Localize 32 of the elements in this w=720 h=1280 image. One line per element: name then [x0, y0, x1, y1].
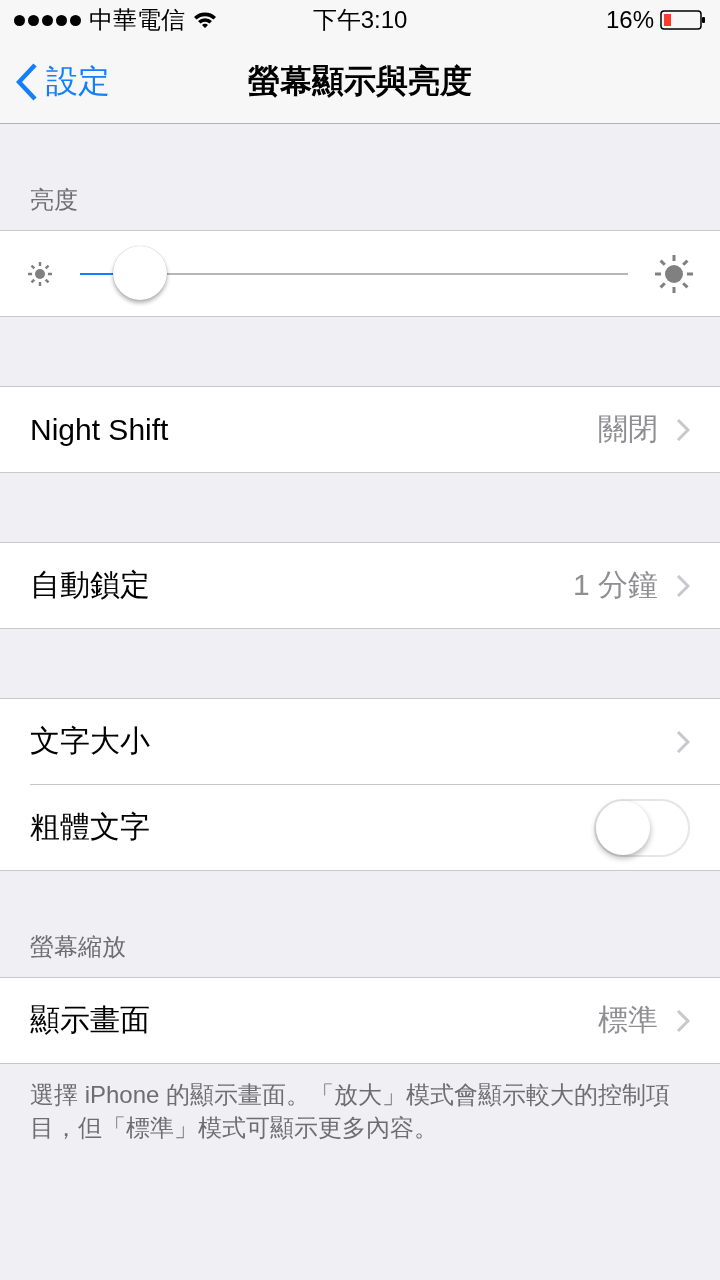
signal-icon	[14, 14, 81, 26]
row-label: 文字大小	[30, 723, 151, 759]
slider-thumb[interactable]	[113, 245, 168, 300]
chevron-icon	[676, 573, 690, 598]
row-value: 1 分鐘	[572, 567, 658, 603]
back-button[interactable]: 設定	[0, 58, 116, 105]
row-label: 顯示畫面	[30, 1002, 151, 1038]
toggle-switch[interactable]	[594, 798, 690, 857]
row-value: 標準	[598, 1002, 658, 1038]
carrier-name: 中華電信	[89, 5, 185, 35]
row-label: 自動鎖定	[30, 567, 151, 603]
row-value: 關閉	[598, 411, 658, 447]
section-footer: 選擇 iPhone 的顯示畫面。「放大」模式會顯示較大的控制項目，但「標準」模式可顯示更多內容。	[0, 1064, 720, 1158]
wifi-icon	[193, 11, 217, 29]
settings-row[interactable]: 自動鎖定 1 分鐘	[0, 543, 720, 628]
settings-row[interactable]: 顯示畫面 標準	[0, 978, 720, 1063]
chevron-icon	[676, 1008, 690, 1033]
section-header: 亮度	[30, 185, 78, 215]
chevron-icon	[676, 729, 690, 754]
section-header: 螢幕縮放	[30, 932, 126, 962]
settings-row[interactable]: Night Shift 關閉	[0, 387, 720, 472]
row-label: Night Shift	[30, 412, 170, 447]
row-label: 粗體文字	[30, 809, 151, 845]
page-title: 螢幕顯示與亮度	[248, 62, 472, 99]
chevron-icon	[676, 417, 690, 442]
settings-row[interactable]: 文字大小	[0, 699, 720, 784]
battery-icon	[660, 10, 706, 30]
bright-sun-icon	[654, 253, 694, 294]
back-icon	[16, 62, 38, 101]
battery-percent: 16%	[605, 6, 654, 34]
status-time: 下午3:10	[312, 6, 408, 33]
dim-sun-icon	[26, 259, 54, 288]
